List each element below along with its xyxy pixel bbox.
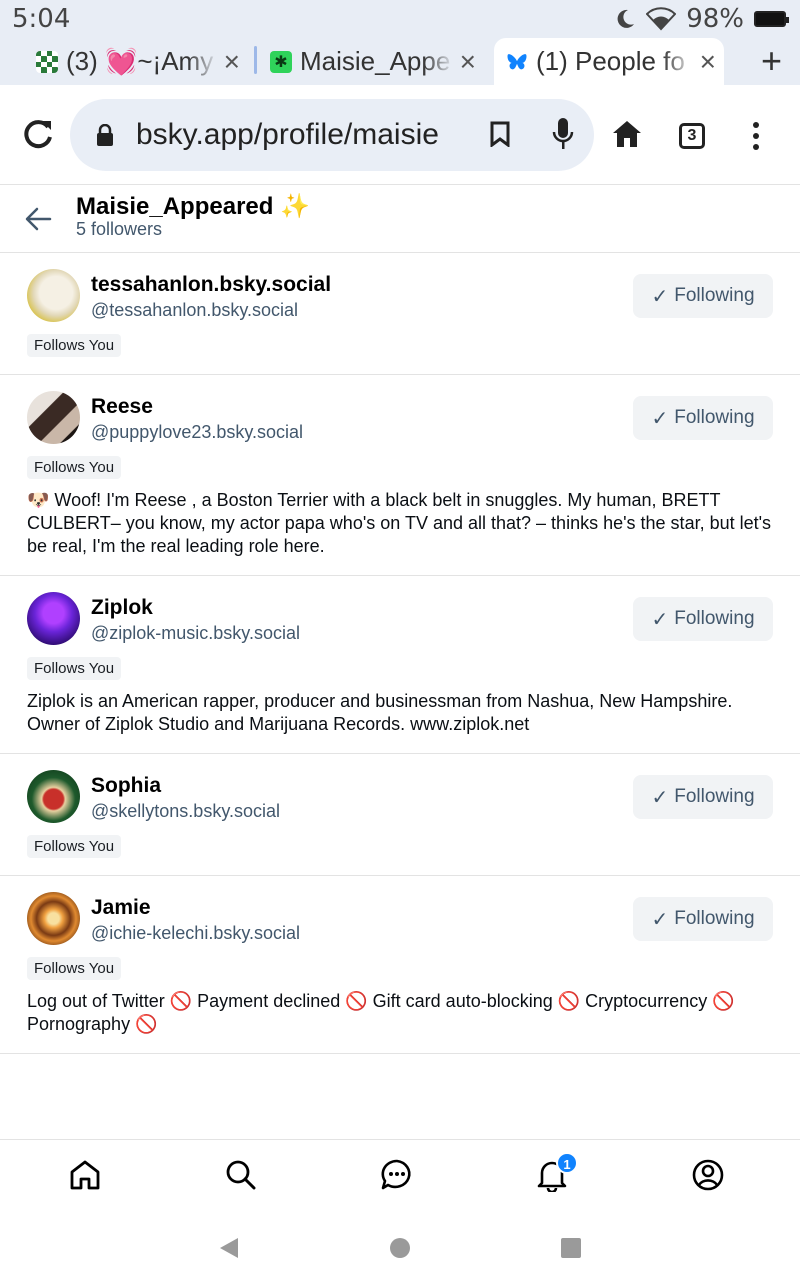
profile-icon[interactable] bbox=[691, 1158, 725, 1192]
avatar[interactable] bbox=[27, 892, 80, 945]
green-leaf-icon: ✱ bbox=[270, 50, 292, 73]
url-text[interactable]: bsky.app/profile/maisie bbox=[136, 118, 466, 152]
following-label: Following bbox=[674, 285, 755, 306]
home-icon[interactable] bbox=[612, 119, 642, 149]
check-icon: ✓ bbox=[651, 407, 669, 430]
bookmark-icon[interactable] bbox=[490, 121, 510, 147]
avatar[interactable] bbox=[27, 770, 80, 823]
browser-chrome: 5:04 98% (3) 💓~¡Amy × ✱ Maisie_Appe × (1… bbox=[0, 0, 800, 85]
following-label: Following bbox=[674, 608, 755, 629]
following-button[interactable]: ✓ Following bbox=[633, 396, 773, 440]
back-triangle-icon[interactable] bbox=[218, 1237, 240, 1259]
home-circle-icon[interactable] bbox=[389, 1237, 411, 1259]
check-icon: ✓ bbox=[651, 285, 669, 308]
follower-row[interactable]: Ziplok @ziplok-music.bsky.social ✓ Follow… bbox=[0, 576, 800, 754]
tab-title: (3) 💓~¡Amy bbox=[66, 46, 214, 76]
tab-maisie[interactable]: ✱ Maisie_Appe × bbox=[262, 38, 484, 85]
follower-row[interactable]: Reese @puppylove23.bsky.social ✓ Followin… bbox=[0, 375, 800, 576]
follows-you-badge: Follows You bbox=[27, 657, 122, 680]
tab-strip: (3) 💓~¡Amy × ✱ Maisie_Appe × (1) People … bbox=[0, 38, 800, 85]
follows-you-badge: Follows You bbox=[27, 456, 122, 479]
recents-square-icon[interactable] bbox=[560, 1237, 582, 1259]
following-button[interactable]: ✓ Following bbox=[633, 597, 773, 641]
notification-badge: 1 bbox=[556, 1152, 578, 1174]
close-icon[interactable]: × bbox=[460, 46, 476, 78]
checker-icon bbox=[36, 50, 58, 73]
following-button[interactable]: ✓ Following bbox=[633, 897, 773, 941]
butterfly-icon bbox=[507, 53, 527, 69]
home-icon[interactable] bbox=[68, 1158, 102, 1192]
battery-icon bbox=[754, 11, 789, 27]
new-tab-icon[interactable]: + bbox=[761, 40, 782, 82]
search-icon[interactable] bbox=[224, 1158, 258, 1192]
tab-title: (1) People fo bbox=[536, 46, 685, 76]
following-button[interactable]: ✓ Following bbox=[633, 775, 773, 819]
tab-divider bbox=[254, 46, 257, 74]
status-time: 5:04 bbox=[12, 4, 71, 34]
overflow-menu-icon[interactable] bbox=[748, 121, 764, 151]
tab-title: Maisie_Appe bbox=[300, 46, 451, 76]
follower-bio: Ziplok is an American rapper, producer a… bbox=[27, 691, 733, 734]
following-label: Following bbox=[674, 786, 755, 807]
avatar[interactable] bbox=[27, 269, 80, 322]
page-title: Maisie_Appeared ✨ bbox=[76, 193, 310, 220]
follower-row[interactable]: Sophia @skellytons.bsky.social ✓ Followin… bbox=[0, 754, 800, 876]
follows-you-badge: Follows You bbox=[27, 835, 122, 858]
following-label: Following bbox=[674, 407, 755, 428]
followers-list: tessahanlon.bsky.social @tessahanlon.bsk… bbox=[0, 253, 800, 1054]
back-arrow-icon[interactable] bbox=[24, 205, 52, 233]
close-icon[interactable]: × bbox=[700, 46, 716, 78]
avatar[interactable] bbox=[27, 391, 80, 444]
chat-icon[interactable] bbox=[380, 1158, 414, 1192]
address-toolbar: bsky.app/profile/maisie 3 bbox=[0, 85, 800, 185]
moon-icon bbox=[617, 9, 635, 28]
follower-row[interactable]: tessahanlon.bsky.social @tessahanlon.bsk… bbox=[0, 253, 800, 375]
lock-icon bbox=[97, 124, 113, 146]
reload-icon[interactable] bbox=[20, 117, 56, 153]
close-icon[interactable]: × bbox=[224, 46, 240, 78]
check-icon: ✓ bbox=[651, 908, 669, 931]
system-nav-bar bbox=[0, 1209, 800, 1280]
battery-percent: 98% bbox=[686, 4, 744, 34]
omnibox[interactable]: bsky.app/profile/maisie bbox=[70, 99, 594, 171]
follows-you-badge: Follows You bbox=[27, 334, 122, 357]
follows-you-badge: Follows You bbox=[27, 957, 122, 980]
mic-icon[interactable] bbox=[552, 117, 574, 151]
page-header: Maisie_Appeared ✨ 5 followers bbox=[0, 185, 800, 253]
follower-row[interactable]: Jamie @ichie-kelechi.bsky.social ✓ Follow… bbox=[0, 876, 800, 1054]
follower-bio: Log out of Twitter 🚫 Payment declined 🚫 … bbox=[27, 991, 735, 1034]
tab-switcher-button[interactable]: 3 bbox=[679, 123, 705, 149]
bottom-nav: 1 bbox=[0, 1139, 800, 1209]
check-icon: ✓ bbox=[651, 608, 669, 631]
follower-bio: 🐶 Woof! I'm Reese , a Boston Terrier wit… bbox=[27, 490, 772, 556]
status-icons: 98% bbox=[616, 4, 789, 34]
wifi-icon bbox=[646, 7, 677, 31]
status-bar: 5:04 98% bbox=[0, 0, 800, 38]
follower-count: 5 followers bbox=[76, 219, 163, 239]
tab-amy[interactable]: (3) 💓~¡Amy × bbox=[28, 38, 248, 85]
check-icon: ✓ bbox=[651, 786, 669, 809]
avatar[interactable] bbox=[27, 592, 80, 645]
following-label: Following bbox=[674, 908, 755, 929]
tab-people-following[interactable]: (1) People fo × bbox=[494, 38, 724, 85]
following-button[interactable]: ✓ Following bbox=[633, 274, 773, 318]
